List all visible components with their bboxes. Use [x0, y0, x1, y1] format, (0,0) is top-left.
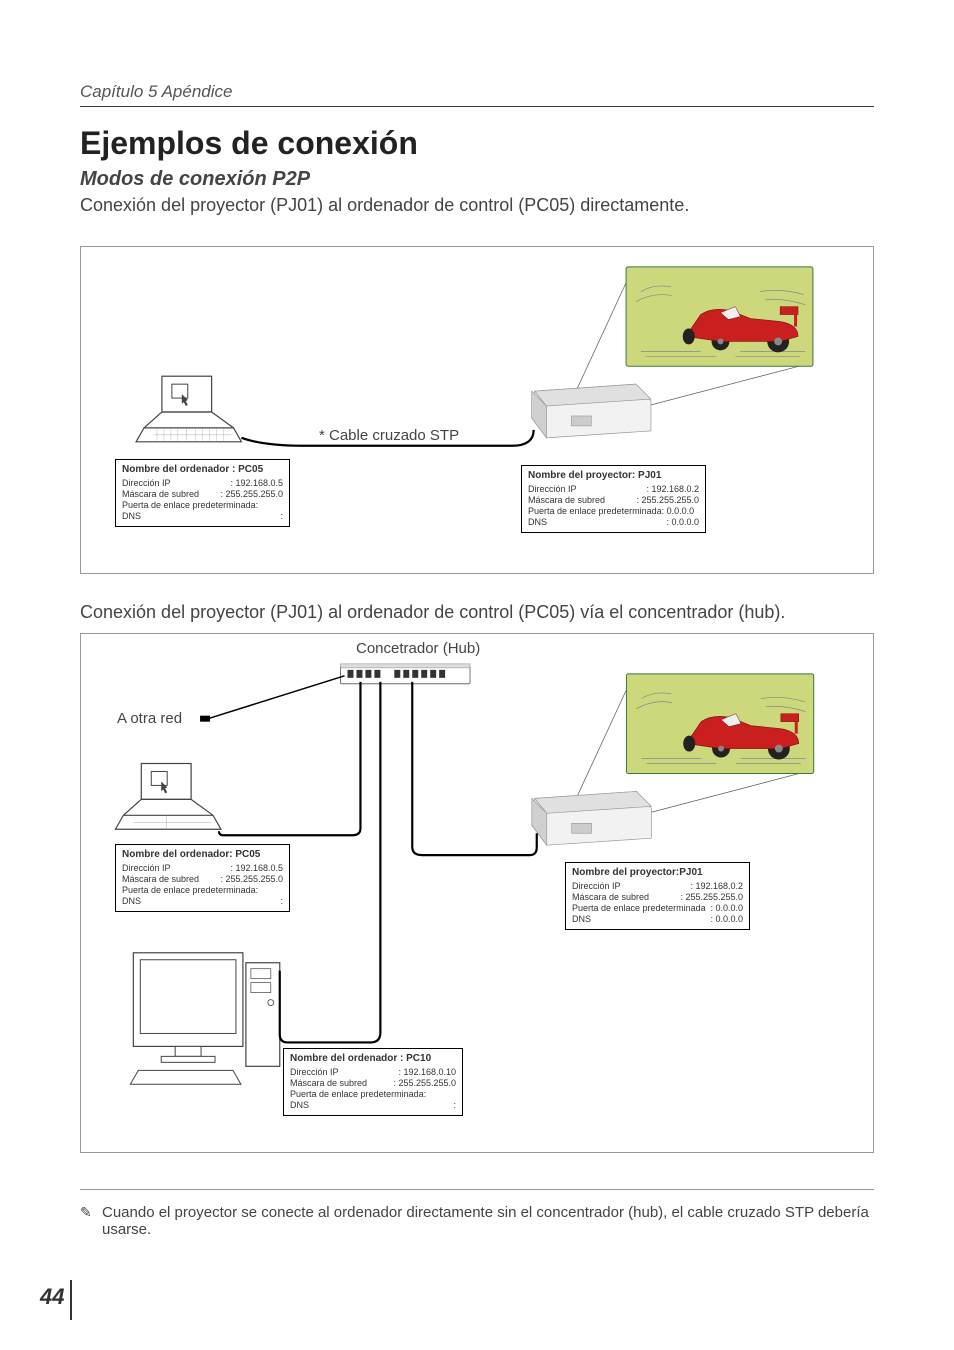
- intro-paragraph-2: Conexión del proyector (PJ01) al ordenad…: [80, 602, 874, 623]
- page-title: Ejemplos de conexión: [80, 125, 874, 162]
- label-gw: Puerta de enlace predeterminada: 0.0.0.0: [528, 506, 694, 517]
- netbox-title: Nombre del proyector: PJ01: [528, 470, 699, 483]
- netbox-pj01-a: Nombre del proyector: PJ01 Dirección IP:…: [521, 465, 706, 533]
- label-ip: Dirección IP: [122, 478, 171, 489]
- netbox-title: Nombre del ordenador : PC10: [290, 1053, 456, 1066]
- projector-icon: [532, 384, 651, 438]
- label-gw: Puerta de enlace predeterminada:: [290, 1089, 426, 1100]
- value-mask: : 255.255.255.0: [393, 1078, 456, 1089]
- label-dns: DNS: [528, 517, 547, 528]
- value-mask: : 255.255.255.0: [220, 489, 283, 500]
- netbox-title: Nombre del ordenador: PC05: [122, 849, 283, 862]
- value-gw: : 0.0.0.0: [710, 903, 743, 914]
- label-mask: Máscara de subred: [528, 495, 605, 506]
- label-dns: DNS: [572, 914, 591, 925]
- value-mask: : 255.255.255.0: [220, 874, 283, 885]
- netbox-title: Nombre del proyector:PJ01: [572, 867, 743, 880]
- chapter-header: Capítulo 5 Apéndice: [80, 82, 874, 107]
- label-ip: Dirección IP: [528, 484, 577, 495]
- netbox-pc10: Nombre del ordenador : PC10 Dirección IP…: [283, 1048, 463, 1116]
- value-ip: : 192.168.0.2: [646, 484, 699, 495]
- note-icon: ✎: [80, 1204, 92, 1221]
- desktop-pc-icon: [130, 953, 279, 1084]
- other-network-label: A otra red: [117, 710, 182, 727]
- projector-icon: [532, 791, 652, 845]
- label-mask: Máscara de subred: [290, 1078, 367, 1089]
- value-ip: : 192.168.0.10: [398, 1067, 456, 1078]
- diagram-hub-connection: Concetrador (Hub) A otra red Nombre del …: [80, 633, 874, 1153]
- value-ip: : 192.168.0.5: [230, 478, 283, 489]
- hub-label: Concetrador (Hub): [356, 640, 480, 657]
- intro-paragraph-1: Conexión del proyector (PJ01) al ordenad…: [80, 195, 874, 216]
- label-gw: Puerta de enlace predeterminada:: [122, 885, 258, 896]
- label-ip: Dirección IP: [572, 881, 621, 892]
- value-dns: :: [453, 1100, 456, 1111]
- label-dns: DNS: [290, 1100, 309, 1111]
- netbox-pc05-b: Nombre del ordenador: PC05 Dirección IP:…: [115, 844, 290, 912]
- section-subtitle: Modos de conexión P2P: [80, 168, 874, 191]
- cable-label: * Cable cruzado STP: [319, 427, 459, 444]
- label-ip: Dirección IP: [290, 1067, 339, 1078]
- netbox-title: Nombre del ordenador : PC05: [122, 464, 283, 477]
- value-mask: : 255.255.255.0: [636, 495, 699, 506]
- value-ip: : 192.168.0.5: [230, 863, 283, 874]
- label-gw: Puerta de enlace predeterminada:: [122, 500, 258, 511]
- label-gw: Puerta de enlace predeterminada: [572, 903, 706, 914]
- page-number: 44: [40, 1284, 64, 1310]
- label-dns: DNS: [122, 896, 141, 907]
- value-mask: : 255.255.255.0: [680, 892, 743, 903]
- value-dns: : 0.0.0.0: [666, 517, 699, 528]
- diagram-direct-connection: * Cable cruzado STP Nombre del ordenador…: [80, 246, 874, 574]
- footnote: ✎ Cuando el proyector se conecte al orde…: [80, 1189, 874, 1238]
- page-number-bar: [70, 1280, 72, 1320]
- netbox-pj01-b: Nombre del proyector:PJ01 Dirección IP : …: [565, 862, 750, 930]
- laptop-icon: [115, 764, 221, 830]
- label-dns: DNS: [122, 511, 141, 522]
- label-mask: Máscara de subred: [572, 892, 649, 903]
- hub-icon: [341, 664, 471, 684]
- laptop-icon: [136, 376, 241, 442]
- value-dns: :: [280, 896, 283, 907]
- label-mask: Máscara de subred: [122, 489, 199, 500]
- value-dns: : 0.0.0.0: [710, 914, 743, 925]
- footnote-text: Cuando el proyector se conecte al ordena…: [102, 1204, 869, 1238]
- value-dns: :: [280, 511, 283, 522]
- label-ip: Dirección IP: [122, 863, 171, 874]
- value-ip: : 192.168.0.2: [690, 881, 743, 892]
- label-mask: Máscara de subred: [122, 874, 199, 885]
- netbox-pc05-a: Nombre del ordenador : PC05 Dirección IP…: [115, 459, 290, 527]
